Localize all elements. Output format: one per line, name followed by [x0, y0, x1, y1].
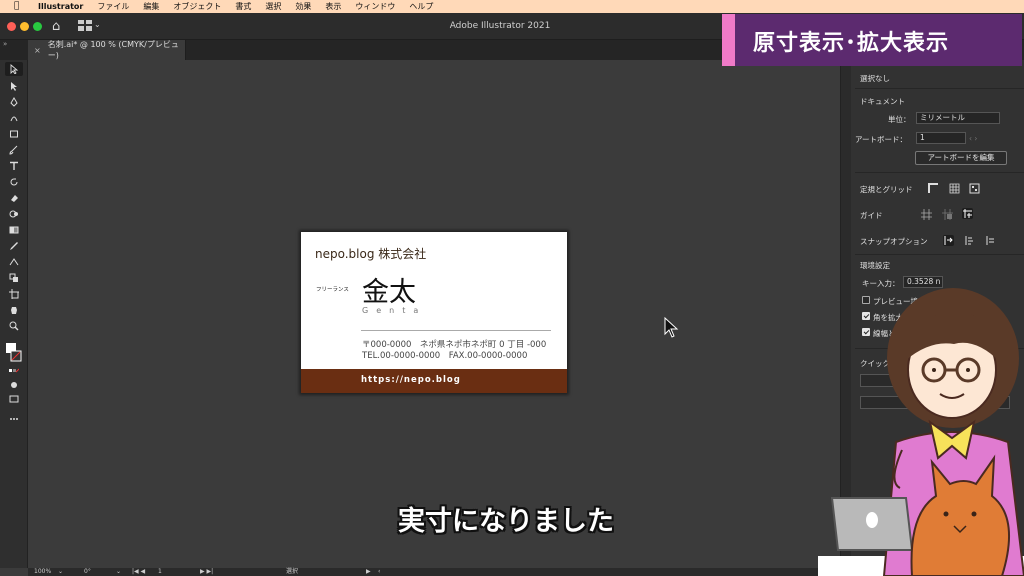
status-menu-arrow-icon[interactable]: ▶: [366, 568, 371, 576]
direct-selection-tool-icon[interactable]: [5, 79, 23, 93]
window-title: Adobe Illustrator 2021: [449, 21, 551, 31]
menu-file[interactable]: ファイル: [97, 1, 129, 12]
workspace-layout-icon[interactable]: [78, 20, 92, 31]
rotate-tool-icon[interactable]: [5, 175, 23, 189]
snap-to-point-icon[interactable]: [943, 235, 954, 246]
smart-guides-icon[interactable]: [962, 208, 973, 219]
status-tool-label[interactable]: 選択: [286, 568, 298, 576]
snap-to-grid-icon[interactable]: [964, 235, 975, 246]
guides-icon[interactable]: [921, 209, 932, 220]
gradient-tool-icon[interactable]: [5, 223, 23, 237]
card-footer-band: https://nepo.blog: [301, 369, 567, 393]
divider: [855, 88, 1024, 89]
card-role: フリーランス: [316, 287, 349, 293]
artboard-nav-first-icon[interactable]: |◀ ◀: [132, 568, 145, 576]
paintbrush-tool-icon[interactable]: [5, 143, 23, 157]
artboard-business-card[interactable]: nepo.blog 株式会社 フリーランス 金太 Genta 〒000-0000…: [301, 232, 567, 393]
mouse-pointer-icon: [664, 317, 679, 338]
status-bar: 100% ⌄ 0° ⌄ |◀ ◀ 1 ▶ ▶| 選択 ▶ ‹: [28, 568, 840, 576]
zoom-window-button[interactable]: [33, 22, 42, 31]
transparency-grid-icon[interactable]: [969, 183, 980, 194]
menu-effect[interactable]: 効果: [295, 1, 311, 12]
no-selection-label: 選択なし: [860, 74, 890, 83]
card-tel-fax: TEL.00-0000-0000 FAX.00-0000-0000: [362, 351, 528, 361]
banner-title: 原寸表示･拡大表示: [753, 31, 950, 56]
snap-options-label: スナップオプション: [860, 237, 928, 246]
grid-icon[interactable]: [949, 183, 960, 194]
more-tools-icon[interactable]: [5, 412, 23, 426]
apple-menu-icon[interactable]: : [14, 0, 26, 13]
curvature-tool-icon[interactable]: [5, 111, 23, 125]
unit-label: 単位：: [888, 115, 911, 124]
menu-edit[interactable]: 編集: [143, 1, 159, 12]
rotation-value[interactable]: 0°: [84, 568, 91, 576]
chevron-left-icon[interactable]: ‹: [378, 568, 380, 576]
pen-tool-icon[interactable]: [5, 95, 23, 109]
divider: [855, 172, 1024, 173]
lock-guides-icon[interactable]: [942, 209, 953, 220]
home-icon[interactable]: ⌂: [52, 19, 60, 34]
artboard-nav-index[interactable]: 1: [158, 568, 162, 576]
blend-tool-icon[interactable]: [5, 271, 23, 285]
zoom-level[interactable]: 100%: [34, 568, 51, 576]
preferences-section-header: 環境設定: [860, 261, 890, 270]
edit-artboards-button[interactable]: アートボードを編集: [915, 151, 1007, 165]
puppet-warp-tool-icon[interactable]: [5, 255, 23, 269]
unit-select[interactable]: ミリメートル: [916, 112, 1000, 124]
minimize-window-button[interactable]: [20, 22, 29, 31]
mascot-illustration: [830, 288, 1024, 576]
menu-help[interactable]: ヘルプ: [409, 1, 433, 12]
close-window-button[interactable]: [7, 22, 16, 31]
artboard-nav-next-icon[interactable]: ▶ ▶|: [200, 568, 213, 576]
artboard-label: アートボード：: [855, 135, 908, 144]
title-banner: 原寸表示･拡大表示: [722, 14, 1022, 66]
close-tab-icon[interactable]: ×: [34, 46, 41, 55]
document-canvas[interactable]: nepo.blog 株式会社 フリーランス 金太 Genta 〒000-0000…: [28, 60, 840, 568]
card-company-name: nepo.blog 株式会社: [315, 247, 427, 261]
card-url: https://nepo.blog: [361, 375, 461, 385]
document-tab[interactable]: × 名刺.ai* @ 100 % (CMYK/プレビュー): [28, 40, 186, 60]
artboard-select[interactable]: 1: [916, 132, 966, 144]
document-section-header: ドキュメント: [860, 97, 905, 106]
card-divider: [361, 330, 551, 331]
video-subtitle: 実寸になりました: [398, 506, 614, 537]
menu-view[interactable]: 表示: [325, 1, 341, 12]
menu-select[interactable]: 選択: [265, 1, 281, 12]
divider: [855, 254, 1024, 255]
selection-tool-icon[interactable]: [5, 62, 23, 76]
chevron-down-icon[interactable]: ⌄: [94, 20, 101, 29]
fill-stroke-swatch[interactable]: [5, 340, 23, 366]
tools-panel: [0, 60, 28, 568]
rulers-grids-label: 定規とグリッド: [860, 185, 913, 194]
screen:  Illustrator ファイル 編集 オブジェクト 書式 選択 効果 表示…: [0, 0, 1024, 576]
eyedropper-tool-icon[interactable]: [5, 239, 23, 253]
artboard-tool-icon[interactable]: [5, 287, 23, 301]
shape-builder-tool-icon[interactable]: [5, 207, 23, 221]
menu-bar:  Illustrator ファイル 編集 オブジェクト 書式 選択 効果 表示…: [0, 0, 1024, 13]
collapse-panel-icon[interactable]: »: [3, 40, 7, 48]
menu-window[interactable]: ウィンドウ: [355, 1, 395, 12]
type-tool-icon[interactable]: [5, 159, 23, 173]
guides-label: ガイド: [860, 211, 883, 220]
unit-select-value: ミリメートル: [920, 113, 965, 122]
menu-type[interactable]: 書式: [235, 1, 251, 12]
menu-object[interactable]: オブジェクト: [173, 1, 221, 12]
document-tab-label: 名刺.ai* @ 100 % (CMYK/プレビュー): [47, 40, 179, 60]
rulers-icon[interactable]: [928, 183, 939, 194]
screen-mode-icon[interactable]: [5, 392, 23, 406]
card-romaji-name: Genta: [362, 306, 427, 315]
card-person-name: 金太: [362, 277, 416, 308]
artboard-arrows-icon[interactable]: ‹ ›: [969, 134, 977, 143]
chevron-down-icon[interactable]: ⌄: [116, 568, 121, 576]
chevron-down-icon[interactable]: ⌄: [58, 568, 63, 576]
artboard-select-value: 1: [920, 133, 925, 142]
rectangle-tool-icon[interactable]: [5, 127, 23, 141]
menu-app-name[interactable]: Illustrator: [38, 2, 83, 11]
hand-tool-icon[interactable]: [5, 303, 23, 317]
zoom-tool-icon[interactable]: [5, 319, 23, 333]
eraser-tool-icon[interactable]: [5, 191, 23, 205]
color-mode-icon[interactable]: [5, 364, 23, 378]
snap-to-pixel-icon[interactable]: [985, 235, 996, 246]
draw-mode-icon[interactable]: [5, 378, 23, 392]
